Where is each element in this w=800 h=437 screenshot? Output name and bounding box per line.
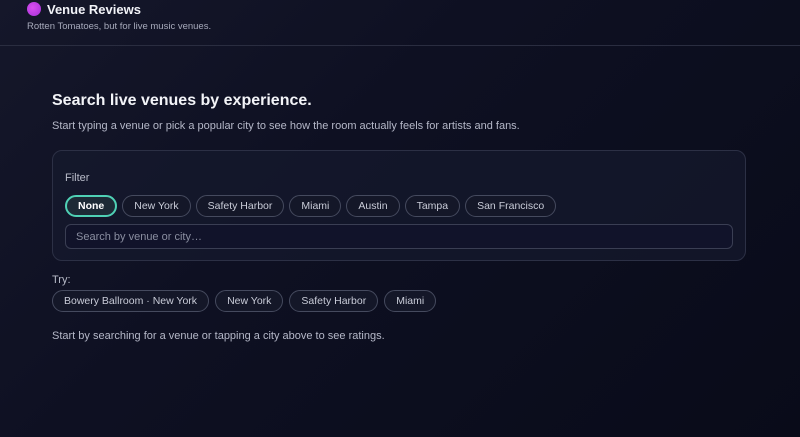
filter-chip-austin[interactable]: Austin bbox=[346, 195, 400, 217]
filter-chip-tampa[interactable]: Tampa bbox=[404, 195, 461, 217]
try-chip-safety-harbor[interactable]: Safety Harbor bbox=[289, 290, 379, 312]
search-input[interactable] bbox=[65, 224, 733, 249]
app-header: Venue Reviews Rotten Tomatoes, but for l… bbox=[0, 0, 800, 46]
app-title: Venue Reviews bbox=[47, 2, 141, 17]
try-suggestions: Bowery Ballroom · New York New York Safe… bbox=[52, 290, 437, 312]
try-chip-new-york[interactable]: New York bbox=[215, 290, 284, 312]
filter-chip-new-york[interactable]: New York bbox=[122, 195, 191, 217]
filter-chips: None New York Safety Harbor Miami Austin… bbox=[65, 195, 557, 217]
filter-chip-san-francisco[interactable]: San Francisco bbox=[465, 195, 557, 217]
page-title: Search live venues by experience. bbox=[52, 92, 312, 109]
page-description: Start typing a venue or pick a popular c… bbox=[52, 120, 520, 132]
try-label: Try: bbox=[52, 274, 71, 286]
try-chip-miami[interactable]: Miami bbox=[384, 290, 437, 312]
app-subtitle: Rotten Tomatoes, but for live music venu… bbox=[27, 21, 212, 32]
filter-chip-none[interactable]: None bbox=[65, 195, 118, 217]
empty-state-hint: Start by searching for a venue or tappin… bbox=[52, 330, 385, 342]
filter-chip-safety-harbor[interactable]: Safety Harbor bbox=[195, 195, 285, 217]
filter-chip-miami[interactable]: Miami bbox=[289, 195, 342, 217]
logo-icon bbox=[27, 2, 41, 16]
filter-label: Filter bbox=[65, 172, 90, 184]
try-chip-bowery-ballroom[interactable]: Bowery Ballroom · New York bbox=[52, 290, 210, 312]
filter-card: Filter None New York Safety Harbor Miami… bbox=[52, 150, 746, 261]
